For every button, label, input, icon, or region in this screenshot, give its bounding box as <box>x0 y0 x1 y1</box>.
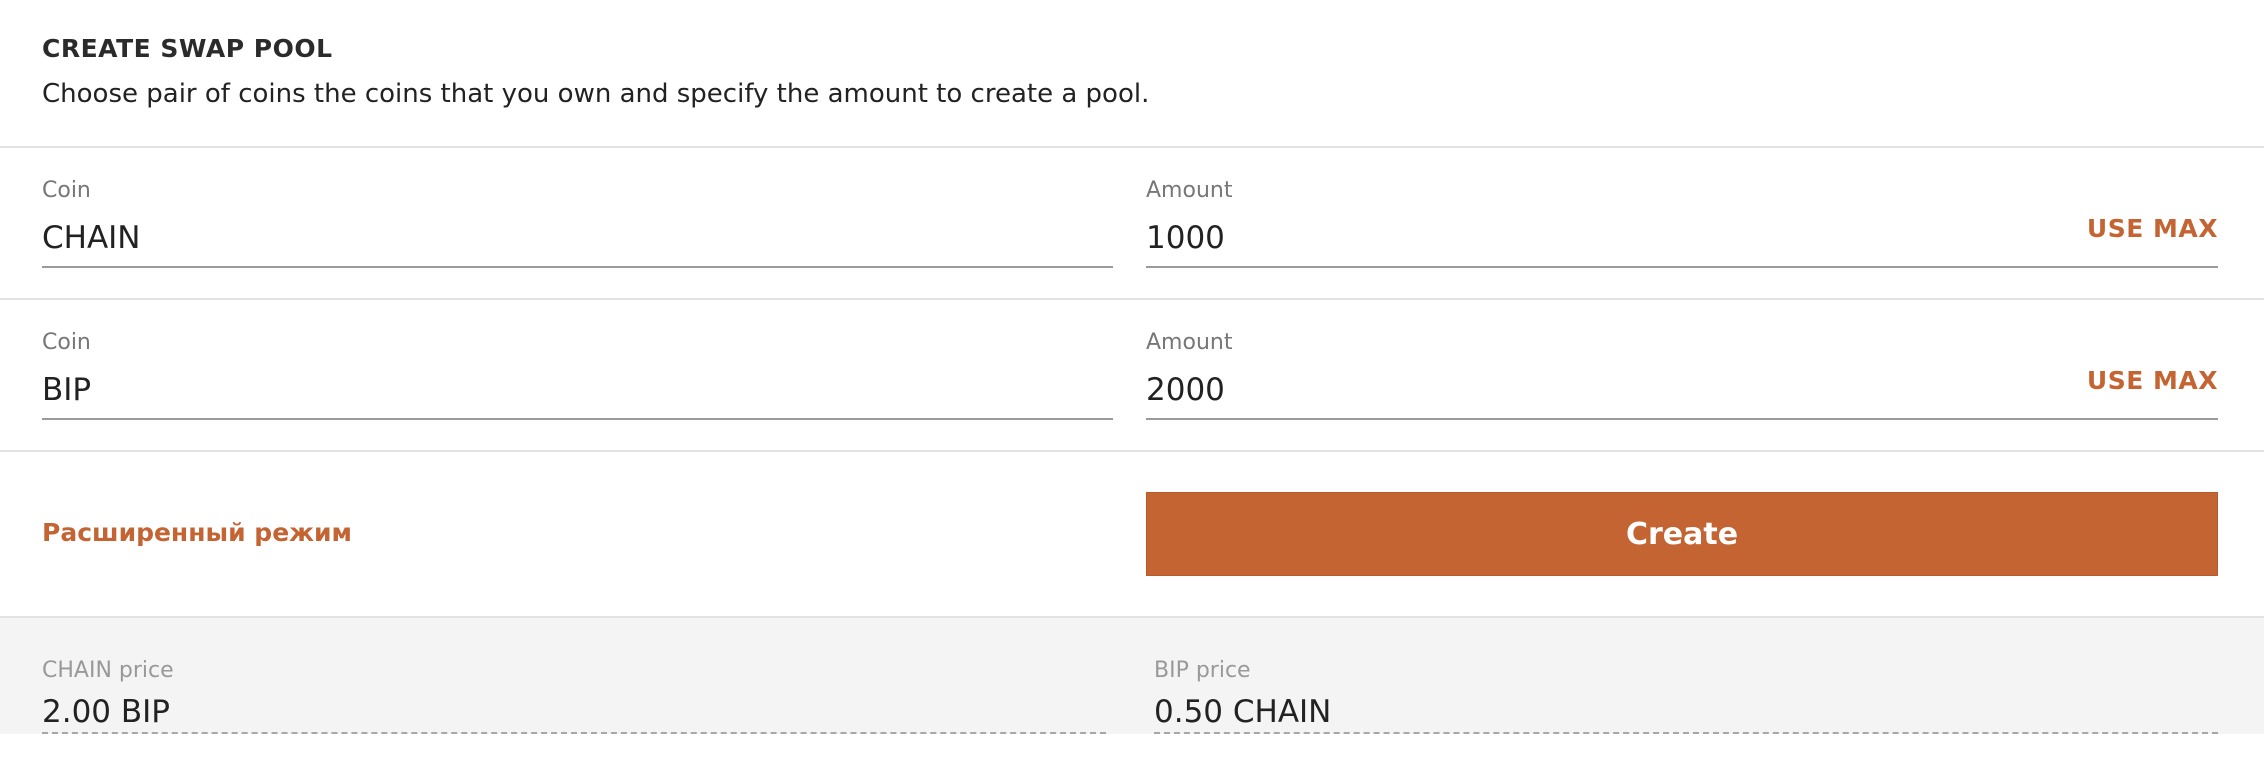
first-coin-input[interactable]: CHAIN <box>42 218 1113 258</box>
first-price-label: CHAIN price <box>42 658 174 683</box>
first-coin-label: Coin <box>42 178 91 203</box>
first-amount-field[interactable]: Amount 1000 USE MAX <box>1146 174 2218 268</box>
create-button[interactable]: Create <box>1146 492 2218 576</box>
pair-row-first: Coin CHAIN Amount 1000 USE MAX <box>0 148 2264 300</box>
first-price-block: CHAIN price 2.00 BIP <box>42 656 1106 734</box>
form-header: CREATE SWAP POOL Choose pair of coins th… <box>0 0 2264 148</box>
second-price-block: BIP price 0.50 CHAIN <box>1154 656 2218 734</box>
second-coin-input[interactable]: BIP <box>42 370 1113 410</box>
second-coin-field[interactable]: Coin BIP <box>42 326 1113 420</box>
second-amount-field[interactable]: Amount 2000 USE MAX <box>1146 326 2218 420</box>
second-price-value: 0.50 CHAIN <box>1154 694 1332 730</box>
price-summary: CHAIN price 2.00 BIP BIP price 0.50 CHAI… <box>0 618 2264 734</box>
second-use-max-button[interactable]: USE MAX <box>2087 366 2218 395</box>
first-amount-label: Amount <box>1146 178 1233 203</box>
second-amount-label: Amount <box>1146 330 1233 355</box>
page-subtitle: Choose pair of coins the coins that you … <box>42 79 1150 109</box>
first-price-value: 2.00 BIP <box>42 694 170 730</box>
second-price-label: BIP price <box>1154 658 1251 683</box>
first-amount-input[interactable]: 1000 <box>1146 218 2218 258</box>
actions-row: Расширенный режим Create <box>0 452 2264 618</box>
first-use-max-button[interactable]: USE MAX <box>2087 214 2218 243</box>
advanced-mode-link[interactable]: Расширенный режим <box>42 518 352 547</box>
page-title: CREATE SWAP POOL <box>42 34 333 63</box>
second-coin-label: Coin <box>42 330 91 355</box>
first-coin-field[interactable]: Coin CHAIN <box>42 174 1113 268</box>
pair-row-second: Coin BIP Amount 2000 USE MAX <box>0 300 2264 452</box>
second-amount-input[interactable]: 2000 <box>1146 370 2218 410</box>
